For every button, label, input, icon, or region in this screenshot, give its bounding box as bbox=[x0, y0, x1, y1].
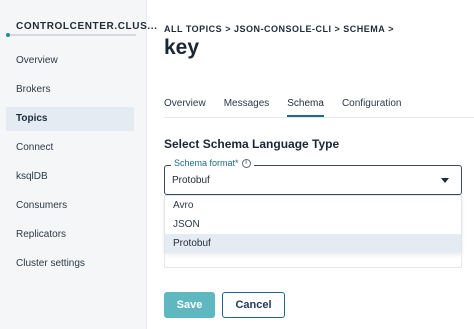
schema-format-label-text: Schema format* bbox=[174, 158, 239, 168]
option-protobuf[interactable]: Protobuf bbox=[165, 234, 461, 253]
sidebar-item-brokers[interactable]: Brokers bbox=[6, 78, 134, 102]
schema-format-value: Protobuf bbox=[172, 175, 210, 186]
breadcrumb-separator: > bbox=[388, 24, 395, 34]
breadcrumb: ALL TOPICS > JSON-CONSOLE-CLI > SCHEMA > bbox=[164, 24, 397, 34]
tab-configuration[interactable]: Configuration bbox=[342, 98, 401, 117]
breadcrumb-topic[interactable]: JSON-CONSOLE-CLI bbox=[234, 24, 332, 34]
sidebar-item-ksqldb[interactable]: ksqlDB bbox=[6, 165, 134, 189]
sidebar-item-replicators[interactable]: Replicators bbox=[6, 223, 134, 247]
tab-divider bbox=[164, 117, 474, 118]
info-icon[interactable]: i bbox=[241, 158, 251, 168]
sidebar-item-cluster-settings[interactable]: Cluster settings bbox=[6, 252, 134, 276]
save-button[interactable]: Save bbox=[164, 292, 215, 318]
tab-schema[interactable]: Schema bbox=[287, 98, 324, 117]
breadcrumb-separator: > bbox=[225, 24, 231, 34]
cluster-indicator bbox=[6, 33, 136, 37]
sidebar-item-overview[interactable]: Overview bbox=[6, 49, 134, 73]
option-json[interactable]: JSON bbox=[165, 215, 461, 234]
breadcrumb-schema[interactable]: SCHEMA bbox=[343, 24, 385, 34]
tab-messages[interactable]: Messages bbox=[224, 98, 270, 117]
section-title: Select Schema Language Type bbox=[164, 137, 340, 151]
cluster-name[interactable]: CONTROLCENTER.CLUS... bbox=[16, 21, 158, 32]
sidebar-item-topics[interactable]: Topics bbox=[6, 107, 134, 131]
chevron-down-icon[interactable] bbox=[441, 178, 449, 183]
tab-bar: Overview Messages Schema Configuration bbox=[164, 98, 419, 117]
schema-format-dropdown: Avro JSON Protobuf bbox=[164, 195, 462, 253]
cancel-button[interactable]: Cancel bbox=[222, 292, 285, 318]
option-avro[interactable]: Avro bbox=[165, 196, 461, 215]
sidebar-item-consumers[interactable]: Consumers bbox=[6, 194, 134, 218]
breadcrumb-separator: > bbox=[334, 24, 341, 34]
sidebar: CONTROLCENTER.CLUS... Overview Brokers T… bbox=[0, 0, 157, 329]
tab-overview[interactable]: Overview bbox=[164, 98, 206, 117]
schema-format-label: Schema format* i bbox=[171, 158, 254, 168]
breadcrumb-all-topics[interactable]: ALL TOPICS bbox=[164, 24, 222, 34]
schema-editor-edge bbox=[164, 253, 462, 268]
page-title: key bbox=[164, 36, 200, 59]
sidebar-item-connect[interactable]: Connect bbox=[6, 136, 134, 160]
